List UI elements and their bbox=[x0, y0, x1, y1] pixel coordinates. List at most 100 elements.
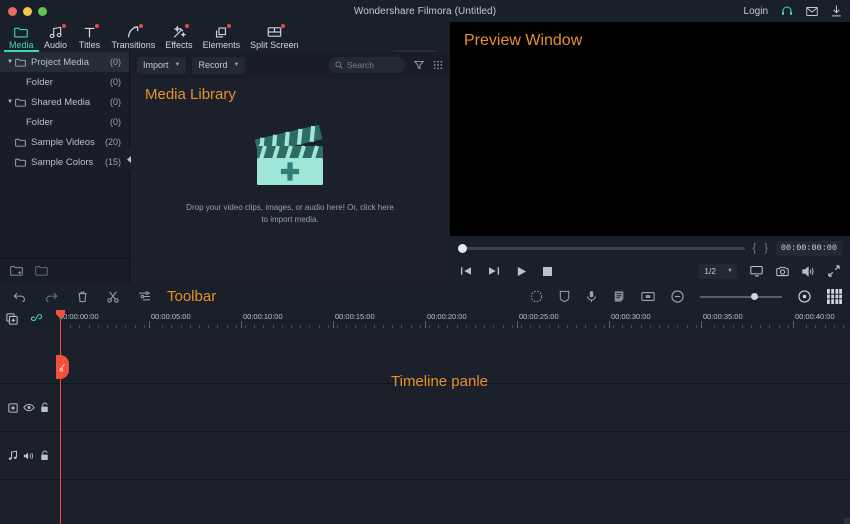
nav-label: Audio bbox=[44, 40, 67, 50]
timeline-ruler[interactable]: 00:00:00:00 00:00:05:00 00:00:10:00 00:0… bbox=[57, 310, 850, 328]
chevron-down-icon: ▼ bbox=[727, 268, 733, 274]
mail-icon[interactable] bbox=[806, 6, 818, 17]
preview-seek-row: { } 00:00:00:00 bbox=[450, 236, 850, 260]
filter-icon[interactable] bbox=[414, 60, 424, 70]
nav-item-audio[interactable]: Audio bbox=[39, 22, 73, 52]
zoom-out-icon[interactable] bbox=[671, 290, 684, 303]
mark-out-button[interactable]: } bbox=[764, 242, 768, 254]
nav-item-media[interactable]: Media bbox=[4, 22, 39, 52]
keyframe-icon[interactable] bbox=[8, 403, 18, 413]
timeline-playhead[interactable] bbox=[60, 310, 61, 524]
nav-item-titles[interactable]: Titles bbox=[73, 22, 107, 52]
sidebar-item-label: Folder bbox=[26, 117, 110, 128]
nav-item-split-screen[interactable]: Split Screen bbox=[245, 22, 304, 52]
folder-icon bbox=[15, 58, 26, 67]
timeline-annotation: Timeline panle bbox=[391, 373, 488, 390]
speaker-icon[interactable] bbox=[23, 451, 34, 461]
previous-frame-icon[interactable] bbox=[460, 266, 472, 276]
render-preview-icon[interactable] bbox=[750, 265, 763, 277]
snapshot-camera-icon[interactable] bbox=[776, 266, 789, 277]
sidebar-item-sample-colors[interactable]: ▼ Sample Colors (15) bbox=[0, 152, 129, 172]
sidebar-item-count: (0) bbox=[110, 117, 121, 127]
grid-view-icon[interactable] bbox=[433, 60, 443, 70]
sidebar-item-sample-videos[interactable]: ▼ Sample Videos (20) bbox=[0, 132, 129, 152]
nav-item-effects[interactable]: Effects bbox=[160, 22, 197, 52]
timeline-head-toolbar bbox=[0, 310, 57, 328]
editor-toolbar-right bbox=[530, 289, 850, 304]
folder-icon bbox=[15, 138, 26, 147]
timeline-track-video[interactable] bbox=[0, 384, 850, 432]
login-button[interactable]: Login bbox=[744, 6, 768, 17]
account-area: Login bbox=[744, 0, 842, 22]
seek-handle[interactable] bbox=[458, 244, 467, 253]
undo-icon[interactable] bbox=[13, 291, 26, 302]
timeline-track-audio[interactable] bbox=[0, 432, 850, 480]
search-input[interactable]: Search bbox=[329, 57, 405, 73]
play-icon[interactable] bbox=[516, 266, 527, 277]
add-media-icon[interactable] bbox=[6, 313, 18, 325]
sidebar-item-project-folder[interactable]: Folder (0) bbox=[0, 72, 129, 92]
voiceover-mic-icon[interactable] bbox=[586, 290, 597, 303]
ruler-major-tick bbox=[333, 321, 334, 328]
unlock-icon[interactable] bbox=[40, 450, 49, 461]
nav-label: Titles bbox=[79, 40, 100, 50]
sidebar-item-shared-folder[interactable]: Folder (0) bbox=[0, 112, 129, 132]
stop-icon[interactable] bbox=[543, 267, 552, 276]
playhead-marker-badge[interactable] bbox=[56, 355, 69, 379]
scrollbar-corner[interactable] bbox=[844, 518, 850, 524]
search-placeholder-text: Search bbox=[347, 60, 374, 70]
sidebar-item-project-media[interactable]: ▼ Project Media (0) bbox=[0, 52, 129, 72]
mark-in-button[interactable]: { bbox=[753, 242, 757, 254]
nav-item-transitions[interactable]: Transitions bbox=[107, 22, 161, 52]
next-frame-icon[interactable] bbox=[488, 266, 500, 276]
zoom-in-icon[interactable] bbox=[798, 290, 811, 303]
volume-icon[interactable] bbox=[802, 266, 815, 277]
import-dropdown[interactable]: Import ▼ bbox=[137, 57, 186, 74]
preview-seek-slider[interactable] bbox=[458, 247, 745, 250]
media-library-toolbar: Import ▼ Record ▼ Search bbox=[131, 52, 449, 78]
preview-transport-row: 1/2 ▼ bbox=[450, 260, 850, 282]
unlock-icon[interactable] bbox=[40, 402, 49, 413]
headset-icon[interactable] bbox=[781, 5, 793, 17]
ruler-major-tick bbox=[793, 321, 794, 328]
redo-icon[interactable] bbox=[45, 291, 58, 302]
ruler-major-tick bbox=[701, 321, 702, 328]
preview-quality-dropdown[interactable]: 1/2 ▼ bbox=[698, 264, 737, 279]
nav-badge-dot bbox=[139, 24, 143, 28]
nav-label: Transitions bbox=[112, 40, 156, 50]
media-dropzone[interactable]: Drop your video clips, images, or audio … bbox=[131, 112, 449, 282]
eye-visibility-icon[interactable] bbox=[23, 403, 35, 412]
preview-timecode[interactable]: 00:00:00:00 bbox=[776, 241, 842, 256]
timeline-track-empty[interactable] bbox=[0, 480, 850, 524]
chevron-down-icon[interactable]: ▼ bbox=[6, 99, 14, 105]
chevron-down-icon[interactable]: ▼ bbox=[6, 59, 14, 65]
adjust-sliders-icon[interactable] bbox=[138, 291, 151, 302]
sidebar-item-label: Sample Colors bbox=[31, 157, 105, 168]
link-unlink-icon[interactable] bbox=[30, 313, 43, 325]
nav-item-elements[interactable]: Elements bbox=[198, 22, 246, 52]
music-note-icon[interactable] bbox=[8, 450, 18, 461]
subtitle-icon[interactable] bbox=[613, 290, 625, 303]
timeline-zoom-slider[interactable] bbox=[700, 296, 782, 298]
search-icon bbox=[335, 61, 343, 69]
fullscreen-icon[interactable] bbox=[828, 265, 840, 277]
split-scissors-icon[interactable] bbox=[107, 291, 119, 303]
music-note-icon bbox=[49, 25, 63, 39]
track-header bbox=[0, 328, 57, 383]
delete-icon[interactable] bbox=[77, 291, 88, 303]
render-bar-icon[interactable] bbox=[827, 289, 842, 304]
download-icon[interactable] bbox=[831, 5, 842, 17]
sidebar-item-shared-media[interactable]: ▼ Shared Media (0) bbox=[0, 92, 129, 112]
speed-icon[interactable] bbox=[530, 290, 543, 303]
new-folder-icon[interactable] bbox=[10, 265, 23, 276]
pan-zoom-icon[interactable] bbox=[641, 291, 655, 302]
zoom-slider-handle[interactable] bbox=[751, 293, 758, 300]
record-dropdown[interactable]: Record ▼ bbox=[192, 57, 245, 74]
editor-toolbar-left bbox=[0, 291, 151, 303]
nav-badge-dot bbox=[281, 24, 285, 28]
ruler-major-tick bbox=[241, 321, 242, 328]
color-shield-icon[interactable] bbox=[559, 290, 570, 303]
nav-label: Media bbox=[9, 40, 34, 50]
ruler-label: 00:00:15:00 bbox=[335, 312, 375, 321]
folder-icon[interactable] bbox=[35, 265, 48, 276]
